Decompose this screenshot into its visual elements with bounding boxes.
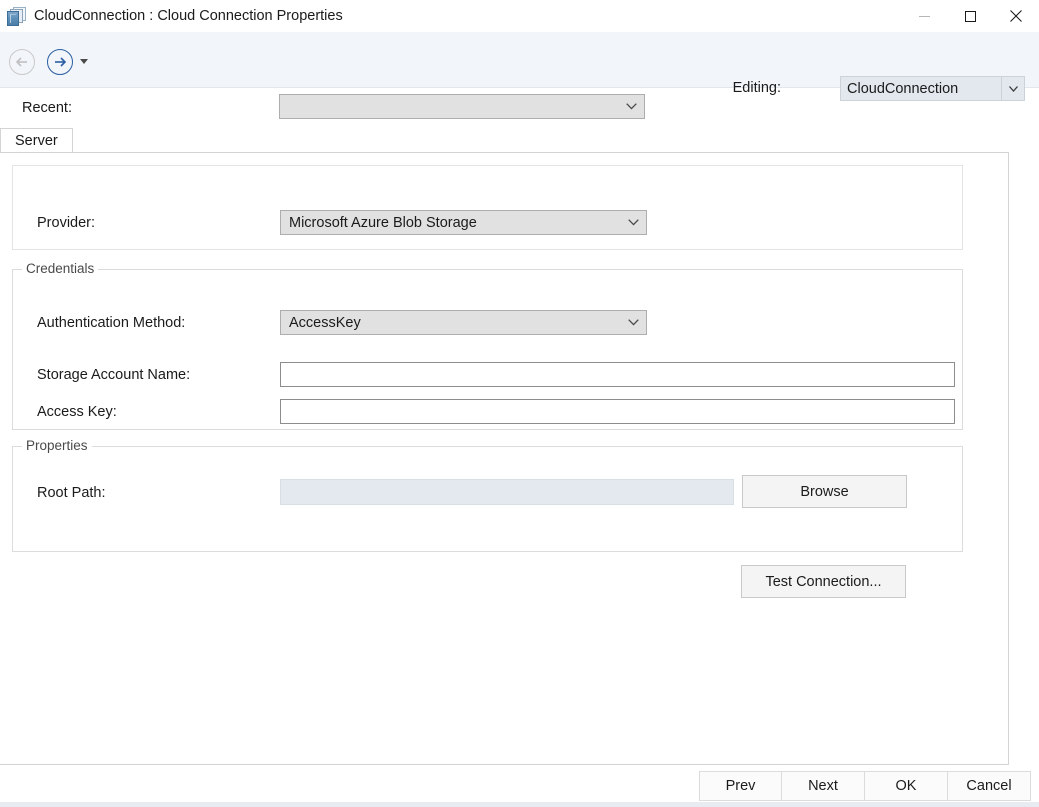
recent-label: Recent:: [22, 100, 72, 116]
chevron-down-icon[interactable]: [80, 59, 88, 64]
next-button[interactable]: Next: [782, 771, 865, 801]
prev-button[interactable]: Prev: [699, 771, 782, 801]
storage-account-name-input[interactable]: [280, 362, 955, 387]
editing-combobox-value: CloudConnection: [847, 80, 959, 97]
window-title: CloudConnection : Cloud Connection Prope…: [34, 8, 343, 24]
authentication-method-combobox[interactable]: AccessKey: [280, 310, 647, 335]
navigation-toolbar: Editing: CloudConnection: [0, 32, 1039, 101]
properties-legend: Properties: [22, 438, 92, 453]
root-path-input[interactable]: [280, 479, 734, 505]
maximize-icon[interactable]: [947, 0, 993, 32]
recent-combobox-arrow-icon[interactable]: [618, 103, 644, 110]
close-icon[interactable]: [993, 0, 1039, 32]
minimize-icon[interactable]: [901, 0, 947, 32]
editing-label: Editing:: [732, 80, 781, 96]
properties-group: Properties Root Path: Browse: [12, 438, 963, 552]
root-path-label: Root Path:: [37, 485, 106, 501]
provider-section: Provider: Microsoft Azure Blob Storage: [12, 165, 963, 250]
forward-arrow-icon[interactable]: [47, 49, 73, 75]
dialog-button-bar: Prev Next OK Cancel: [0, 766, 1039, 807]
back-arrow-icon[interactable]: [9, 49, 35, 75]
provider-combobox-value: Microsoft Azure Blob Storage: [289, 214, 477, 231]
test-connection-button[interactable]: Test Connection...: [741, 565, 906, 598]
footer-divider: [0, 802, 1039, 807]
ok-button[interactable]: OK: [865, 771, 948, 801]
cancel-button[interactable]: Cancel: [948, 771, 1031, 801]
credentials-group: Credentials Authentication Method: Acces…: [12, 261, 963, 430]
browse-button[interactable]: Browse: [742, 475, 907, 508]
access-key-input[interactable]: [280, 399, 955, 424]
tab-strip: Server: [0, 128, 1010, 153]
credentials-legend: Credentials: [22, 261, 99, 276]
authentication-method-arrow-icon[interactable]: [620, 319, 646, 326]
tab-server[interactable]: Server: [0, 128, 73, 153]
title-bar: CloudConnection : Cloud Connection Prope…: [0, 0, 1039, 32]
authentication-method-label: Authentication Method:: [37, 315, 186, 331]
dialog-buttons: Prev Next OK Cancel: [699, 771, 1031, 801]
window-controls: [901, 0, 1039, 32]
server-tab-panel: Provider: Microsoft Azure Blob Storage C…: [0, 152, 1009, 765]
recent-combobox[interactable]: [279, 94, 645, 119]
authentication-method-value: AccessKey: [289, 314, 361, 331]
provider-label: Provider:: [37, 215, 96, 231]
cloud-connection-icon: [6, 6, 26, 26]
access-key-label: Access Key:: [37, 404, 117, 420]
storage-account-name-label: Storage Account Name:: [37, 367, 191, 383]
provider-combobox[interactable]: Microsoft Azure Blob Storage: [280, 210, 647, 235]
provider-combobox-arrow-icon[interactable]: [620, 219, 646, 226]
editing-combobox[interactable]: CloudConnection: [840, 76, 1025, 101]
editing-combobox-arrow-icon[interactable]: [1001, 77, 1024, 100]
